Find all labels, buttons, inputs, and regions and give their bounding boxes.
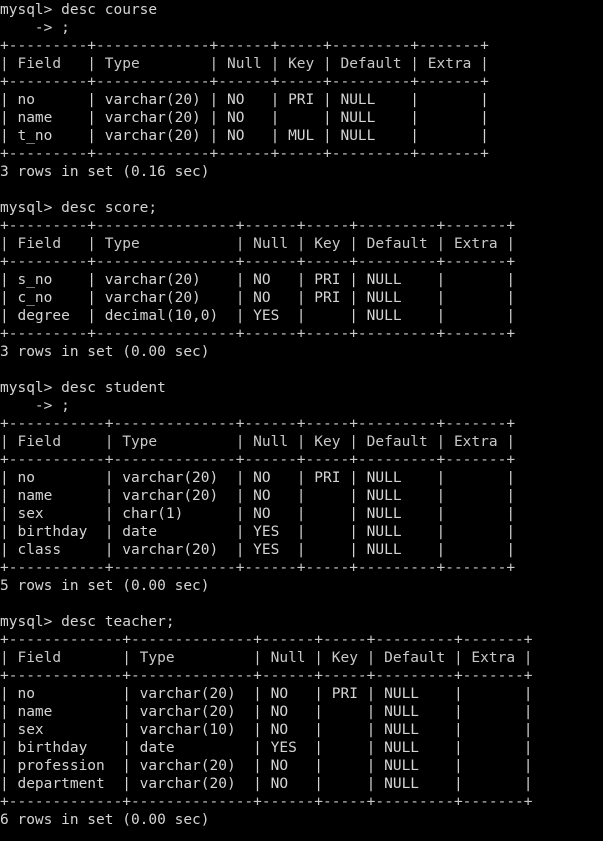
table-border-bottom-desc-teacher: +-------------+--------------+------+---… bbox=[0, 794, 533, 810]
table-border-mid-desc-teacher: +-------------+--------------+------+---… bbox=[0, 668, 533, 684]
table-row: | department | varchar(20) | NO | | NULL… bbox=[0, 776, 533, 792]
status-line-desc-course: 3 rows in set (0.16 sec) bbox=[0, 164, 210, 180]
table-header-row-desc-teacher: | Field | Type | Null | Key | Default | … bbox=[0, 650, 533, 666]
table-row: | no | varchar(20) | NO | PRI | NULL | | bbox=[0, 470, 516, 486]
table-border-bottom-desc-student: +-----------+--------------+------+-----… bbox=[0, 560, 516, 576]
table-row: | degree | decimal(10,0) | YES | | NULL … bbox=[0, 308, 516, 324]
table-border-bottom-desc-course: +---------+-------------+------+-----+--… bbox=[0, 146, 489, 162]
table-row: | s_no | varchar(20) | NO | PRI | NULL |… bbox=[0, 272, 516, 288]
table-header-row-desc-course: | Field | Type | Null | Key | Default | … bbox=[0, 56, 489, 72]
table-row: | sex | char(1) | NO | | NULL | | bbox=[0, 506, 516, 522]
table-row: | sex | varchar(10) | NO | | NULL | | bbox=[0, 722, 533, 738]
command-line-desc-score[interactable]: mysql> desc score; bbox=[0, 199, 603, 217]
table-border-top-desc-course: +---------+-------------+------+-----+--… bbox=[0, 38, 489, 54]
table-border-bottom-desc-score: +---------+----------------+------+-----… bbox=[0, 326, 516, 342]
table-row: | t_no | varchar(20) | NO | MUL | NULL |… bbox=[0, 128, 489, 144]
table-row: | birthday | date | YES | | NULL | | bbox=[0, 740, 533, 756]
continuation-line-desc-course[interactable]: -> ; bbox=[0, 19, 603, 37]
table-row: | name | varchar(20) | NO | | NULL | | bbox=[0, 488, 516, 504]
table-header-row-desc-student: | Field | Type | Null | Key | Default | … bbox=[0, 434, 516, 450]
status-line-desc-student: 5 rows in set (0.00 sec) bbox=[0, 578, 210, 594]
continuation-line-desc-student[interactable]: -> ; bbox=[0, 397, 603, 415]
table-border-mid-desc-course: +---------+-------------+------+-----+--… bbox=[0, 74, 489, 90]
table-row: | c_no | varchar(20) | NO | PRI | NULL |… bbox=[0, 290, 516, 306]
table-border-mid-desc-student: +-----------+--------------+------+-----… bbox=[0, 452, 516, 468]
table-header-row-desc-score: | Field | Type | Null | Key | Default | … bbox=[0, 236, 516, 252]
table-row: | no | varchar(20) | NO | PRI | NULL | | bbox=[0, 92, 489, 108]
table-row: | no | varchar(20) | NO | PRI | NULL | | bbox=[0, 686, 533, 702]
table-row: | birthday | date | YES | | NULL | | bbox=[0, 524, 516, 540]
table-border-top-desc-teacher: +-------------+--------------+------+---… bbox=[0, 632, 533, 648]
status-line-desc-teacher: 6 rows in set (0.00 sec) bbox=[0, 812, 210, 828]
table-row: | name | varchar(20) | NO | | NULL | | bbox=[0, 110, 489, 126]
table-border-mid-desc-score: +---------+----------------+------+-----… bbox=[0, 254, 516, 270]
table-row: | name | varchar(20) | NO | | NULL | | bbox=[0, 704, 533, 720]
command-line-desc-student[interactable]: mysql> desc student bbox=[0, 379, 603, 397]
command-line-desc-teacher[interactable]: mysql> desc teacher; bbox=[0, 613, 603, 631]
table-border-top-desc-score: +---------+----------------+------+-----… bbox=[0, 218, 516, 234]
table-border-top-desc-student: +-----------+--------------+------+-----… bbox=[0, 416, 516, 432]
table-row: | class | varchar(20) | YES | | NULL | | bbox=[0, 542, 516, 558]
terminal-output[interactable]: mysql> desc course -> ; +---------+------… bbox=[0, 0, 603, 841]
status-line-desc-score: 3 rows in set (0.00 sec) bbox=[0, 344, 210, 360]
table-row: | profession | varchar(20) | NO | | NULL… bbox=[0, 758, 533, 774]
command-line-desc-course[interactable]: mysql> desc course bbox=[0, 1, 603, 19]
